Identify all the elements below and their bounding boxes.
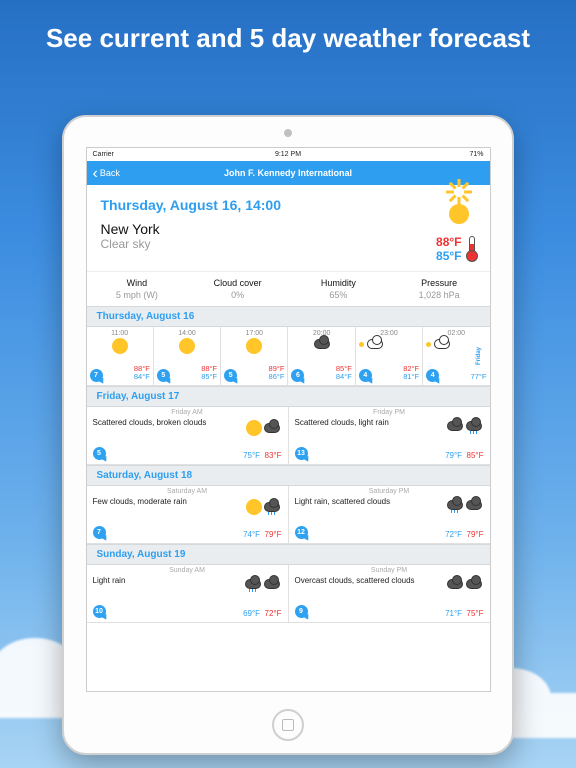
halfday-label: Sunday AM [93,567,282,574]
halfday-temps: 74°F 79°F [243,530,281,539]
halfday-icons [447,421,482,431]
metric-humidity: Humidity 65% [288,272,389,306]
hourly-slot[interactable]: 14:00 5 88°F85°F [154,327,221,385]
thermometer-icon [466,236,476,262]
halfday-label: Friday AM [93,409,282,416]
slot-time: 02:00 [426,330,486,337]
hourly-slot[interactable]: 17:00 5 89°F86°F [221,327,288,385]
halfday-label: Saturday PM [295,488,484,495]
forecast-halfday[interactable]: Saturday PMLight rain, scattered clouds1… [289,486,490,544]
hourly-header: Thursday, August 16 [87,306,490,327]
current-temps: 88°F 85°F [436,235,475,263]
halfday-icons [247,421,280,435]
current-panel: Thursday, August 16, 14:00 New York Clea… [87,185,490,271]
halfday-temps: 79°F 85°F [445,451,483,460]
hourly-slot[interactable]: 23:00 4 82°F81°F [356,327,423,385]
current-city: New York [101,221,437,237]
nav-title: John F. Kennedy International [224,168,352,178]
slot-temps: 88°F84°F [134,365,150,382]
weather-icon [359,339,419,349]
beaufort-badge: 7 [90,369,103,382]
halfday-icons [245,579,280,589]
status-time: 9:12 PM [87,151,490,158]
halfday-label: Sunday PM [295,567,484,574]
temp-low: 85°F [436,249,461,263]
nav-bar: Back John F. Kennedy International [87,161,490,185]
hourly-slot[interactable]: 11:00 7 88°F84°F [87,327,154,385]
halfday-icons [447,500,482,510]
halfday-temps: 71°F 75°F [445,609,483,618]
beaufort-badge: 5 [157,369,170,382]
halfday-icons [447,579,482,589]
slot-temps: 82°F81°F [403,365,419,382]
app-screen: Carrier 9:12 PM 71% Back John F. Kennedy… [86,147,491,692]
slot-time: 11:00 [90,330,150,337]
slot-temps: 77°F [471,373,487,382]
halfday-temps: 75°F 83°F [243,451,281,460]
home-button[interactable] [272,709,304,741]
forecast-halfday[interactable]: Sunday AMLight rain1069°F 72°F [87,565,289,623]
slot-temps: 85°F84°F [336,365,352,382]
ipad-camera [284,129,292,137]
forecast-halfday[interactable]: Friday AMScattered clouds, broken clouds… [87,407,289,465]
beaufort-badge: 12 [295,526,308,539]
halfday-temps: 72°F 79°F [445,530,483,539]
beaufort-badge: 4 [426,369,439,382]
metric-wind: Wind 5 mph (W) [87,272,188,306]
hourly-row[interactable]: 11:00 7 88°F84°F 14:00 5 88°F85°F 17:00 5 89°F86… [87,327,490,386]
temp-high: 88°F [436,235,461,249]
beaufort-badge: 5 [93,447,106,460]
day-header: Sunday, August 19 [87,544,490,565]
beaufort-badge: 10 [93,605,106,618]
day-divider-label: Friday [476,347,482,365]
halfday-label: Saturday AM [93,488,282,495]
halfday-icons [247,500,280,514]
slot-temps: 89°F86°F [269,365,285,382]
beaufort-badge: 4 [359,369,372,382]
current-date: Thursday, August 16, 14:00 [101,197,437,213]
hourly-slot[interactable]: 02:00 Friday 4 77°F [423,327,489,385]
weather-icon [90,339,150,355]
beaufort-badge: 5 [224,369,237,382]
slot-time: 23:00 [359,330,419,337]
weather-icon [157,339,217,355]
weather-icon [224,339,284,355]
slot-time: 17:00 [224,330,284,337]
metric-cloud: Cloud cover 0% [187,272,288,306]
beaufort-badge: 13 [295,447,308,460]
ipad-frame: Carrier 9:12 PM 71% Back John F. Kennedy… [62,115,514,755]
back-button[interactable]: Back [93,168,120,178]
metric-pressure: Pressure 1,028 hPa [389,272,490,306]
current-condition: Clear sky [101,237,437,251]
slot-time: 14:00 [157,330,217,337]
current-text: Thursday, August 16, 14:00 New York Clea… [101,197,437,263]
halfday-temps: 69°F 72°F [243,609,281,618]
beaufort-badge: 9 [295,605,308,618]
halfday-label: Friday PM [295,409,484,416]
weather-icon [291,339,351,351]
status-bar: Carrier 9:12 PM 71% [87,148,490,161]
metrics-row: Wind 5 mph (W) Cloud cover 0% Humidity 6… [87,271,490,306]
promo-headline: See current and 5 day weather forecast [0,0,576,66]
day-header: Saturday, August 18 [87,465,490,486]
forecast-halfday[interactable]: Friday PMScattered clouds, light rain137… [289,407,490,465]
forecast-halfday[interactable]: Saturday AMFew clouds, moderate rain774°… [87,486,289,544]
day-header: Friday, August 17 [87,386,490,407]
hourly-slot[interactable]: 20:00685°F84°F [288,327,355,385]
beaufort-badge: 6 [291,369,304,382]
current-right: 88°F 85°F [436,197,475,263]
sun-icon [442,197,476,231]
beaufort-badge: 7 [93,526,106,539]
forecast-halfday[interactable]: Sunday PMOvercast clouds, scattered clou… [289,565,490,623]
slot-temps: 88°F85°F [201,365,217,382]
